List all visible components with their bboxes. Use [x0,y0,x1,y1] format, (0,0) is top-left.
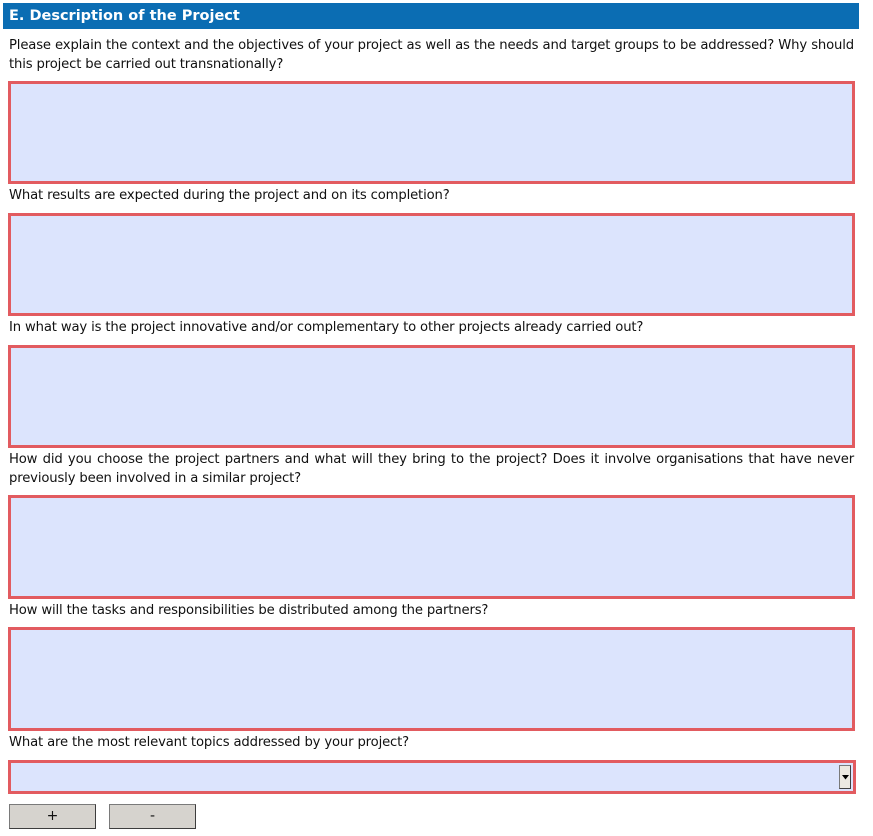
section-header: E. Description of the Project [3,3,859,29]
question-tasks-label: How will the tasks and responsibilities … [9,603,489,618]
expected-results-field[interactable] [8,213,855,316]
question-innovation-label: In what way is the project innovative an… [9,320,644,335]
context-objectives-field[interactable] [8,81,855,184]
partners-field[interactable] [8,495,855,599]
question-partners-label: How did you choose the project partners … [9,452,854,486]
topics-select[interactable] [8,760,856,794]
innovation-field[interactable] [8,345,855,448]
remove-topic-button[interactable]: - [109,804,196,829]
add-topic-button[interactable]: + [9,804,96,829]
question-context-label: Please explain the context and the objec… [9,38,854,72]
topics-dropdown-button[interactable] [839,765,851,789]
chevron-down-icon [842,775,849,780]
tasks-responsibilities-field[interactable] [8,627,855,731]
question-results-label: What results are expected during the pro… [9,188,450,203]
question-topics-label: What are the most relevant topics addres… [9,735,410,750]
